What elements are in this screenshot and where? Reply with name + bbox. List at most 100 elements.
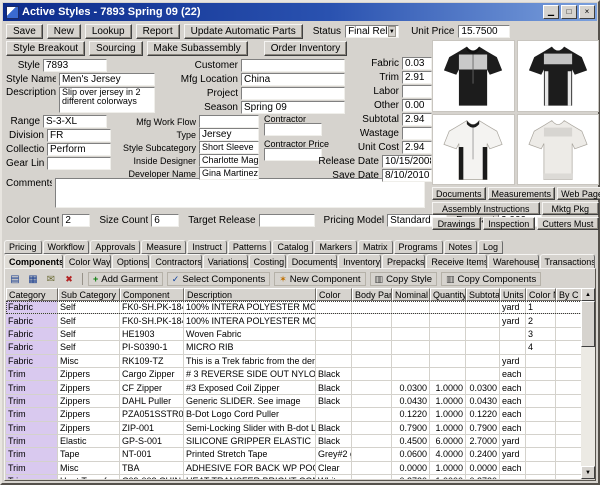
tab-transactions[interactable]: Transactions bbox=[540, 254, 595, 269]
new-button[interactable]: New bbox=[47, 24, 81, 39]
order-inventory-button[interactable]: Order Inventory bbox=[264, 41, 347, 56]
make-subassembly-button[interactable]: Make Subassembly bbox=[147, 41, 248, 56]
save-date-input[interactable]: 8/10/2010 2:2 bbox=[382, 169, 432, 182]
style-image-back-light[interactable] bbox=[517, 114, 600, 186]
report-button[interactable]: Report bbox=[136, 24, 180, 39]
column-header-component[interactable]: Component bbox=[120, 288, 184, 301]
table-row[interactable]: TrimTapeNT-001Printed Stretch TapeGrey#2… bbox=[6, 448, 584, 461]
description-input[interactable]: Slip over jersey in 2 different colorway… bbox=[59, 87, 155, 113]
save-button[interactable]: Save bbox=[6, 24, 43, 39]
style-breakout-button[interactable]: Style Breakout bbox=[6, 41, 85, 56]
table-row[interactable]: FabricSelfHE1903Woven Fabric3 bbox=[6, 328, 584, 341]
form-view-icon[interactable]: ▤ bbox=[7, 272, 23, 286]
tab-variations[interactable]: Variations bbox=[203, 254, 248, 269]
trim-input[interactable]: 2.91 bbox=[402, 71, 432, 84]
collection-input[interactable]: Perform bbox=[47, 143, 111, 156]
documents-button[interactable]: Documents bbox=[432, 187, 486, 200]
column-header-color-n[interactable]: Color N bbox=[526, 288, 556, 301]
tab-costing[interactable]: Costing bbox=[249, 254, 286, 269]
column-header-body-part[interactable]: Body Part bbox=[352, 288, 392, 301]
style-input[interactable]: 7893 bbox=[43, 59, 107, 72]
inspection-button[interactable]: Inspection bbox=[483, 217, 535, 230]
assembly-instructions-button[interactable]: Assembly Instructions bbox=[432, 202, 540, 215]
division-input[interactable]: FR bbox=[47, 129, 111, 142]
copy-style-button[interactable]: ▥Copy Style bbox=[370, 272, 437, 286]
column-header-subtotal[interactable]: Subtotal bbox=[466, 288, 500, 301]
vertical-scrollbar[interactable]: ▲ ▼ bbox=[581, 288, 595, 479]
drawings-button[interactable]: Drawings bbox=[432, 217, 481, 230]
color-count-input[interactable]: 2 bbox=[62, 214, 90, 227]
cutters-must-button[interactable]: Cutters Must bbox=[537, 217, 599, 230]
tab-color-way[interactable]: Color Way bbox=[64, 254, 111, 269]
table-row[interactable]: FabricSelfFK0-SH.PK-184100% INTERA POLYE… bbox=[6, 314, 584, 327]
column-header-color[interactable]: Color bbox=[316, 288, 352, 301]
unit-price-input[interactable]: 15.7500 bbox=[458, 25, 510, 38]
minimize-button[interactable]: ▁ bbox=[543, 5, 559, 19]
fabric-input[interactable]: 0.03 bbox=[402, 57, 432, 70]
tab-receive-items[interactable]: Receive Items bbox=[426, 254, 487, 269]
tab-documents[interactable]: Documents bbox=[287, 254, 337, 269]
column-header-quantity[interactable]: Quantity bbox=[430, 288, 466, 301]
web-page-button[interactable]: Web Page bbox=[557, 187, 600, 200]
table-row[interactable]: TrimZippersZIP-001Semi-Locking Slider wi… bbox=[6, 422, 584, 435]
style-subcategory-input[interactable]: Short Sleeve bbox=[199, 141, 259, 154]
scroll-down-icon[interactable]: ▼ bbox=[581, 466, 595, 479]
tab-programs[interactable]: Programs bbox=[394, 240, 443, 254]
tab-instruct[interactable]: Instruct bbox=[187, 240, 227, 254]
column-header-by-c[interactable]: By C bbox=[556, 288, 584, 301]
tab-catalog[interactable]: Catalog bbox=[272, 240, 313, 254]
table-row[interactable]: FabricSelfPI-S0390-1MICRO RIB4 bbox=[6, 341, 584, 354]
other-input[interactable]: 0.00 bbox=[402, 99, 432, 112]
table-row[interactable]: TrimZippersDAHL PullerGeneric SLIDER. Se… bbox=[6, 395, 584, 408]
column-header-units[interactable]: Units bbox=[500, 288, 526, 301]
column-header-description[interactable]: Description bbox=[184, 288, 316, 301]
new-component-button[interactable]: ✶New Component bbox=[274, 272, 365, 286]
scrollbar-thumb[interactable] bbox=[581, 301, 595, 347]
copy-components-button[interactable]: ▥Copy Components bbox=[441, 272, 541, 286]
tab-approvals[interactable]: Approvals bbox=[90, 240, 140, 254]
tab-inventory[interactable]: Inventory bbox=[338, 254, 381, 269]
labor-input[interactable] bbox=[402, 85, 432, 98]
sourcing-button[interactable]: Sourcing bbox=[89, 41, 142, 56]
tab-log[interactable]: Log bbox=[478, 240, 503, 254]
table-row[interactable]: FabricMiscRK109-TZThis is a Trek fabric … bbox=[6, 355, 584, 368]
tab-patterns[interactable]: Patterns bbox=[228, 240, 272, 254]
table-row[interactable]: FabricSelfFK0-SH.PK-184100% INTERA POLYE… bbox=[6, 301, 584, 314]
table-row[interactable]: TrimHeat TransfersC09-002 CHINAHEAT TRAN… bbox=[6, 475, 584, 479]
style-name-input[interactable]: Men's Jersey bbox=[59, 73, 155, 86]
column-header-category[interactable]: Category bbox=[6, 288, 58, 301]
tab-pricing[interactable]: Pricing bbox=[4, 240, 42, 254]
release-date-input[interactable]: 10/15/2008 8: bbox=[382, 155, 432, 168]
tab-measure[interactable]: Measure bbox=[141, 240, 186, 254]
inside-designer-input[interactable]: Charlotte Magee bbox=[199, 154, 259, 167]
range-input[interactable]: S-3-XL bbox=[43, 115, 107, 128]
target-release-input[interactable] bbox=[259, 214, 315, 227]
measurements-button[interactable]: Measurements bbox=[488, 187, 556, 200]
update-automatic-parts-button[interactable]: Update Automatic Parts bbox=[184, 24, 303, 39]
status-combo[interactable]: Final Rel ▼ bbox=[345, 25, 399, 38]
tab-markers[interactable]: Markers bbox=[314, 240, 357, 254]
contractor-input[interactable] bbox=[264, 123, 322, 136]
tab-contractors[interactable]: Contractors bbox=[150, 254, 201, 269]
subtotal-input[interactable]: 2.94 bbox=[402, 113, 432, 126]
maximize-button[interactable]: □ bbox=[561, 5, 577, 19]
column-header-nominal-co[interactable]: Nominal Co bbox=[392, 288, 430, 301]
style-image-front-light[interactable] bbox=[432, 114, 515, 186]
gear-line-input[interactable] bbox=[47, 157, 111, 170]
developer-name-input[interactable]: Gina Martinez bbox=[199, 167, 259, 180]
mktg-pkg-button[interactable]: Mktg Pkg bbox=[542, 202, 600, 215]
table-row[interactable]: TrimZippersPZA051SSTR01B-Dot Logo Cord P… bbox=[6, 408, 584, 421]
table-row[interactable]: TrimElasticGP-S-001SILICONE GRIPPER ELAS… bbox=[6, 435, 584, 448]
scroll-up-icon[interactable]: ▲ bbox=[581, 288, 595, 301]
mfg-work-flow-input[interactable] bbox=[199, 115, 259, 128]
tab-prepacks[interactable]: Prepacks bbox=[382, 254, 425, 269]
grid-view-icon[interactable]: ▦ bbox=[25, 272, 41, 286]
close-button[interactable]: × bbox=[579, 5, 595, 19]
style-image-back-dark[interactable] bbox=[517, 40, 600, 112]
wastage-input[interactable] bbox=[402, 127, 432, 140]
contractor-price-input[interactable] bbox=[264, 148, 322, 161]
tab-workflow[interactable]: Workflow bbox=[43, 240, 90, 254]
style-image-front-dark[interactable] bbox=[432, 40, 515, 112]
select-components-button[interactable]: ✓Select Components bbox=[167, 272, 270, 286]
type-input[interactable]: Jersey bbox=[199, 128, 259, 141]
